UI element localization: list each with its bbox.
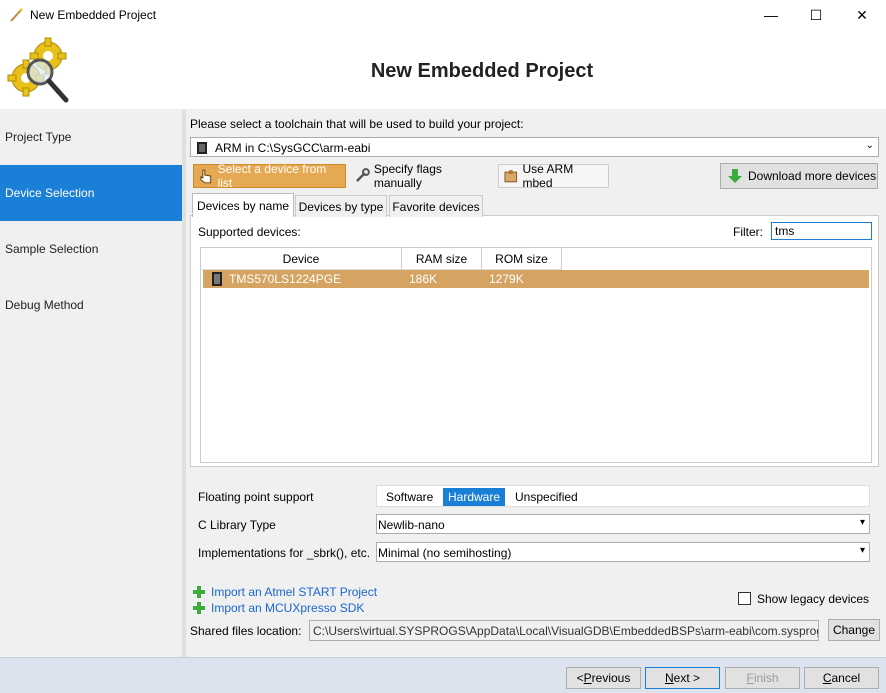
- shared-files-path-field[interactable]: C:\Users\virtual.SYSPROGS\AppData\Local\…: [309, 620, 819, 641]
- c-library-label: C Library Type: [198, 518, 276, 532]
- close-button[interactable]: ✕: [839, 0, 885, 30]
- rom-size-cell: 1279K: [489, 272, 524, 286]
- maximize-button[interactable]: ☐: [793, 0, 839, 30]
- floating-point-selector: Software Hardware Unspecified: [376, 485, 870, 507]
- wrench-icon: [356, 168, 370, 182]
- previous-button[interactable]: < Previous: [566, 667, 641, 689]
- page-title: New Embedded Project: [370, 60, 594, 82]
- specify-flags-button[interactable]: Specify flags manually: [350, 162, 496, 190]
- import-atmel-link[interactable]: Import an Atmel START Project: [192, 585, 377, 599]
- table-row[interactable]: TMS570LS1224PGE 186K 1279K: [203, 270, 869, 288]
- sbrk-value: Minimal (no semihosting): [378, 546, 512, 560]
- sidebar-item-debug-method[interactable]: Debug Method: [0, 277, 182, 333]
- filter-label: Filter:: [733, 225, 763, 239]
- cancel-button[interactable]: Cancel: [804, 667, 879, 689]
- c-library-select[interactable]: Newlib-nano ▾: [376, 514, 870, 534]
- finish-button[interactable]: Finish: [725, 667, 800, 689]
- chip-icon: [197, 142, 207, 154]
- filter-input[interactable]: tms: [771, 222, 872, 240]
- chip-icon: [212, 272, 222, 286]
- floating-point-label: Floating point support: [198, 490, 314, 504]
- device-name-cell: TMS570LS1224PGE: [229, 272, 342, 286]
- wizard-sidebar: Project Type Device Selection Sample Sel…: [0, 109, 182, 657]
- minimize-button[interactable]: —: [748, 0, 794, 30]
- shared-files-label: Shared files location:: [190, 624, 302, 638]
- column-header-rom[interactable]: ROM size: [482, 248, 562, 270]
- toolchain-value: ARM in C:\SysGCC\arm-eabi: [215, 141, 371, 155]
- plus-icon: [193, 602, 205, 614]
- chevron-down-icon: ▾: [859, 517, 865, 528]
- download-arrow-icon: [728, 169, 742, 183]
- window-title: New Embedded Project: [30, 8, 157, 22]
- show-legacy-label: Show legacy devices: [757, 592, 870, 606]
- sbrk-select[interactable]: Minimal (no semihosting) ▾: [376, 542, 870, 562]
- fp-option-unspecified[interactable]: Unspecified: [510, 488, 583, 506]
- app-wand-icon: [10, 8, 23, 22]
- fp-option-software[interactable]: Software: [381, 488, 438, 506]
- sidebar-item-sample-selection[interactable]: Sample Selection: [0, 221, 182, 277]
- download-more-devices-button[interactable]: Download more devices: [720, 163, 878, 189]
- devices-table: Device RAM size ROM size TMS570LS1224PGE…: [200, 247, 872, 463]
- change-button[interactable]: Change: [828, 619, 880, 641]
- plus-icon: [193, 586, 205, 598]
- chevron-down-icon: ▾: [859, 545, 865, 556]
- chevron-down-icon: ⌄: [865, 140, 874, 151]
- ram-size-cell: 186K: [409, 272, 438, 286]
- column-header-ram[interactable]: RAM size: [402, 248, 482, 270]
- sidebar-item-project-type[interactable]: Project Type: [0, 109, 182, 165]
- column-header-device[interactable]: Device: [201, 248, 402, 270]
- c-library-value: Newlib-nano: [378, 518, 445, 532]
- toolchain-prompt: Please select a toolchain that will be u…: [190, 117, 524, 131]
- toolchain-select[interactable]: ARM in C:\SysGCC\arm-eabi ⌄: [190, 137, 879, 157]
- show-legacy-checkbox[interactable]: [738, 592, 751, 605]
- select-from-list-button[interactable]: Select a device from list: [193, 162, 346, 190]
- use-mbed-button[interactable]: Use ARM mbed: [498, 162, 609, 190]
- tab-favorite-devices[interactable]: Favorite devices: [389, 195, 483, 217]
- next-button[interactable]: Next >: [645, 667, 720, 689]
- tab-devices-by-name[interactable]: Devices by name: [192, 193, 294, 217]
- box-icon: [504, 170, 518, 183]
- supported-devices-label: Supported devices:: [198, 225, 301, 239]
- import-mcuxpresso-link[interactable]: Import an MCUXpresso SDK: [192, 601, 364, 615]
- fp-option-hardware[interactable]: Hardware: [443, 488, 506, 506]
- sbrk-label: Implementations for _sbrk(), etc.: [198, 546, 371, 560]
- tab-devices-by-type[interactable]: Devices by type: [295, 195, 387, 217]
- pointer-hand-icon: [200, 169, 212, 184]
- title-bar: New Embedded Project — ☐ ✕: [0, 0, 886, 30]
- wizard-header: New Embedded Project: [0, 30, 886, 108]
- sidebar-item-device-selection[interactable]: Device Selection: [0, 165, 182, 221]
